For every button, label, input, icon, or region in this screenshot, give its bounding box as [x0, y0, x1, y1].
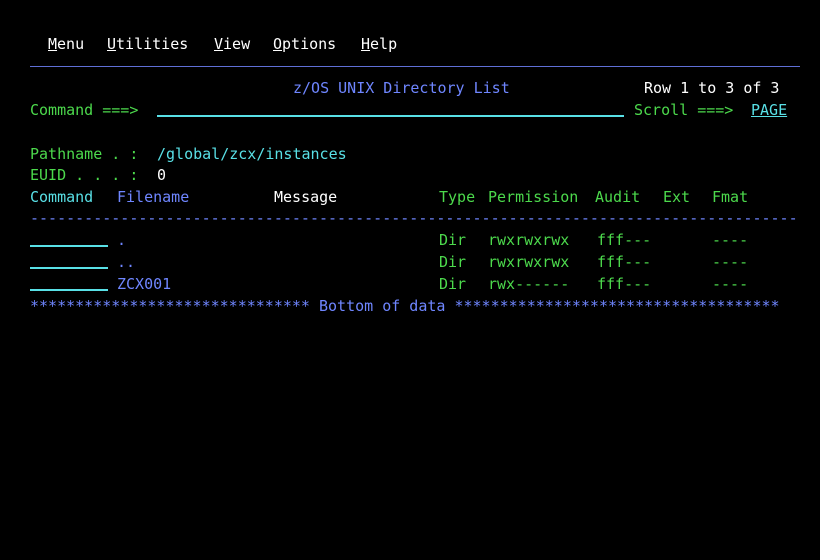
- row-command-input[interactable]: [30, 245, 108, 247]
- pathname-label: Pathname . :: [30, 145, 139, 163]
- bottom-of-data-line: ******************************* Bottom o…: [30, 297, 800, 315]
- row-type: Dir: [439, 231, 467, 249]
- euid-label: EUID . . . :: [30, 166, 139, 184]
- col-header-command: Command: [30, 188, 94, 206]
- menu-label: ptions: [282, 35, 337, 53]
- row-filename[interactable]: .: [117, 231, 126, 249]
- row-audit: fff---: [597, 231, 652, 249]
- menu-item-menu[interactable]: Menu: [48, 35, 84, 53]
- command-input[interactable]: [157, 115, 624, 117]
- row-command-input[interactable]: [30, 267, 108, 269]
- menu-hotkey: V: [214, 35, 224, 53]
- col-header-audit: Audit: [595, 188, 641, 206]
- pathname-value[interactable]: /global/zcx/instances: [157, 145, 347, 163]
- col-header-message: Message: [274, 188, 338, 206]
- scroll-input[interactable]: PAGE: [751, 101, 787, 119]
- col-header-ext: Ext: [663, 188, 691, 206]
- menu-label: enu: [57, 35, 85, 53]
- row-audit: fff---: [597, 253, 652, 271]
- menu-label: tilities: [116, 35, 189, 53]
- menu-item-utilities[interactable]: Utilities: [107, 35, 188, 53]
- menu-label: iew: [223, 35, 251, 53]
- stars-right: ************************************: [445, 297, 780, 315]
- menu-hotkey: U: [107, 35, 117, 53]
- menu-hotkey: M: [48, 35, 58, 53]
- menu-item-view[interactable]: View: [214, 35, 250, 53]
- menu-hotkey: O: [273, 35, 283, 53]
- row-permission: rwx------: [488, 275, 570, 293]
- panel-title: z/OS UNIX Directory List: [293, 79, 510, 97]
- col-header-permission: Permission: [488, 188, 579, 206]
- row-type: Dir: [439, 253, 467, 271]
- stars-left: *******************************: [30, 297, 319, 315]
- command-label: Command ===>: [30, 101, 139, 119]
- scroll-label: Scroll ===>: [634, 101, 734, 119]
- col-header-type: Type: [439, 188, 476, 206]
- row-command-input[interactable]: [30, 289, 108, 291]
- row-fmat: ----: [712, 231, 749, 249]
- row-type: Dir: [439, 275, 467, 293]
- row-filename[interactable]: ZCX001: [117, 275, 171, 293]
- row-permission: rwxrwxrwx: [488, 231, 570, 249]
- row-filename[interactable]: ..: [117, 253, 135, 271]
- bottom-of-data-text: Bottom of data: [318, 297, 446, 315]
- col-header-fmat: Fmat: [712, 188, 749, 206]
- menu-item-options[interactable]: Options: [273, 35, 336, 53]
- col-header-filename: Filename: [117, 188, 190, 206]
- menu-hotkey: H: [361, 35, 371, 53]
- menu-item-help[interactable]: Help: [361, 35, 397, 53]
- menu-label: elp: [370, 35, 398, 53]
- row-fmat: ----: [712, 253, 749, 271]
- row-permission: rwxrwxrwx: [488, 253, 570, 271]
- euid-value: 0: [157, 166, 167, 184]
- header-divider: ----------------------------------------…: [30, 209, 800, 227]
- menu-separator: [30, 66, 800, 67]
- row-audit: fff---: [597, 275, 652, 293]
- row-info: Row 1 to 3 of 3: [644, 79, 780, 97]
- row-fmat: ----: [712, 275, 749, 293]
